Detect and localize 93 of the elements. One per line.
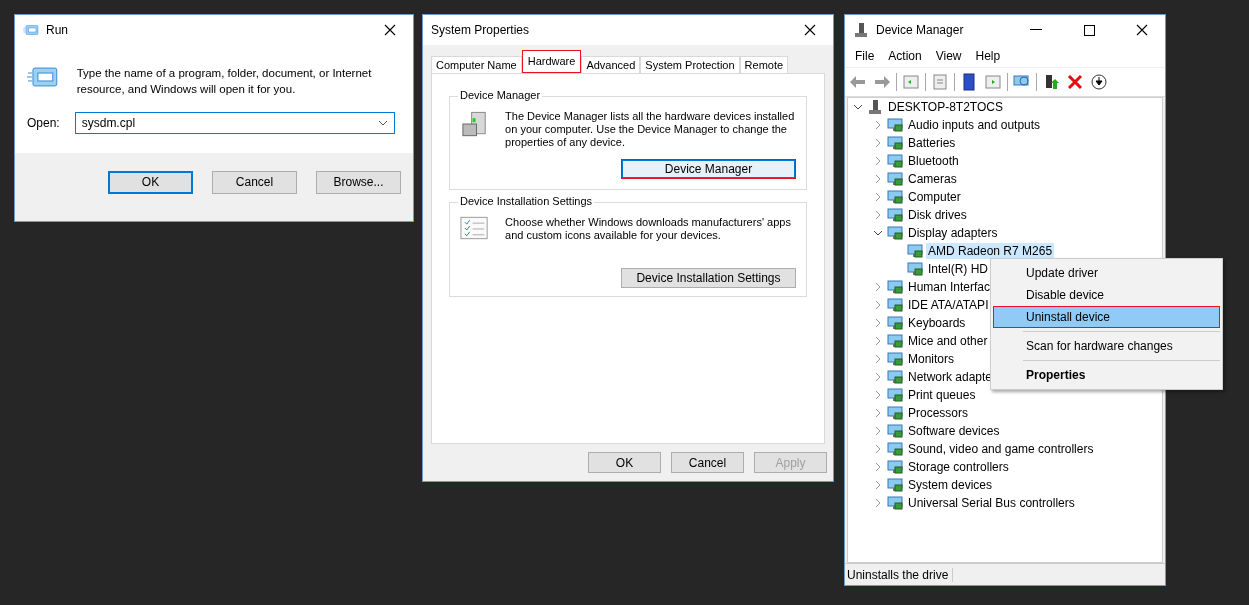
device-icon	[887, 441, 903, 457]
dropdown-icon[interactable]	[377, 120, 388, 126]
device-icon	[887, 387, 903, 403]
tree-item[interactable]: DESKTOP-8T2TOCS	[886, 99, 1005, 115]
close-icon[interactable]	[384, 24, 396, 36]
close-icon[interactable]	[804, 24, 816, 36]
window-title: System Properties	[431, 23, 531, 37]
tree-item[interactable]: System devices	[906, 477, 995, 493]
tree-item[interactable]: Keyboards	[906, 315, 968, 331]
tree-item[interactable]: Batteries	[906, 135, 958, 151]
tree-item[interactable]: Audio inputs and outputs	[906, 117, 1043, 133]
tab[interactable]: Computer Name	[431, 56, 522, 73]
run-icon	[23, 24, 39, 36]
menu-item[interactable]: Disable device	[993, 284, 1220, 306]
description-text: Choose whether Windows downloads manufacturers' apps and custom icons available for your devices.	[505, 216, 792, 242]
menu-item[interactable]: Action	[881, 49, 929, 63]
close-icon[interactable]	[1136, 24, 1148, 36]
instruction-text: Type the name of a program, folder, document, or Internet resource, and Windows will open it for you.	[76, 66, 373, 97]
menu-item[interactable]: Properties	[993, 364, 1220, 386]
device-icon	[887, 315, 903, 331]
device-icon	[887, 117, 903, 133]
device-icon	[887, 351, 903, 367]
group-title: Device Manager	[458, 89, 543, 101]
device-icon	[907, 243, 923, 259]
dialog-button[interactable]: Device Manager	[621, 159, 796, 179]
menu-item[interactable]: Uninstall device	[993, 306, 1220, 328]
device-icon	[887, 459, 903, 475]
checklist-icon	[460, 216, 490, 240]
computer-icon	[867, 99, 883, 115]
delete-icon[interactable]	[1065, 73, 1085, 91]
device-icon	[887, 297, 903, 313]
dialog-button[interactable]: Device Installation Settings	[621, 268, 796, 288]
device-icon	[887, 225, 903, 241]
device-icon	[887, 495, 903, 511]
status-text: Uninstalls the drive	[845, 567, 954, 582]
description-text: The Device Manager lists all the hardware devices installed on your computer. Use the Device Manager to change the properties of any device.	[505, 110, 796, 149]
tree-item[interactable]: AMD Radeon R7 M265	[926, 243, 1055, 259]
tab[interactable]: Remote	[739, 56, 789, 73]
tab[interactable]: Advanced	[581, 56, 641, 73]
window-icon[interactable]	[901, 73, 921, 91]
tree-item[interactable]: Disk drives	[906, 207, 969, 223]
dialog-button[interactable]: OK	[108, 170, 193, 194]
tree-item[interactable]: Print queues	[906, 387, 978, 403]
tree-item[interactable]: Human Interfac	[906, 279, 993, 295]
dialog-button[interactable]: Cancel	[671, 452, 744, 473]
device-icon	[887, 333, 903, 349]
device-icon	[887, 405, 903, 421]
device-icon	[887, 279, 903, 295]
group-title: Device Installation Settings	[458, 195, 595, 207]
open-combobox[interactable]: sysdm.cpl	[74, 112, 395, 134]
window-title: Run	[46, 23, 69, 37]
tree-item[interactable]: Mice and other	[906, 333, 990, 349]
device-icon	[887, 423, 903, 439]
dialog-button[interactable]: Browse...	[316, 170, 401, 194]
tree-item[interactable]: Bluetooth	[906, 153, 961, 169]
device-icon	[887, 189, 903, 205]
tab[interactable]: Hardware	[521, 50, 582, 73]
computer-icon	[853, 22, 869, 38]
run-icon	[27, 65, 59, 89]
tree-item[interactable]: Universal Serial Bus controllers	[906, 495, 1077, 511]
tab[interactable]: System Protection	[640, 56, 740, 73]
dialog-button[interactable]: Cancel	[212, 170, 297, 194]
tree-item[interactable]: Processors	[906, 405, 971, 421]
menu-item[interactable]: Scan for hardware changes	[993, 335, 1220, 357]
forward-icon[interactable]	[872, 73, 892, 91]
tree-item[interactable]: Network adapte	[906, 369, 995, 385]
document-icon[interactable]	[930, 73, 950, 91]
tree-item[interactable]: Display adapters	[906, 225, 1000, 241]
open-label: Open:	[27, 116, 60, 130]
menu-item[interactable]: Help	[968, 49, 1008, 63]
tree-item[interactable]: Computer	[906, 189, 963, 205]
minimize-icon[interactable]	[1030, 29, 1042, 31]
device-icon	[887, 153, 903, 169]
menu-item[interactable]: Update driver	[993, 262, 1220, 284]
device-icon	[887, 477, 903, 493]
device-icon	[887, 207, 903, 223]
tree-item[interactable]: Monitors	[906, 351, 956, 367]
window-title: Device Manager	[876, 23, 965, 37]
menu-item[interactable]: View	[928, 49, 969, 63]
maximize-icon[interactable]	[1083, 24, 1095, 36]
tree-item[interactable]: Sound, video and game controllers	[906, 441, 1096, 457]
device-icon	[907, 261, 923, 277]
tree-item[interactable]: Cameras	[906, 171, 959, 187]
tree-item[interactable]: Software devices	[906, 423, 1002, 439]
device-icon	[887, 369, 903, 385]
device-icon	[887, 135, 903, 151]
tree-item[interactable]: Intel(R) HD	[926, 261, 990, 277]
menu-item[interactable]: File	[848, 49, 882, 63]
tree-item[interactable]: Storage controllers	[906, 459, 1011, 475]
tree-item[interactable]: IDE ATA/ATAPI	[906, 297, 991, 313]
device-icon	[887, 171, 903, 187]
download-icon[interactable]	[1089, 73, 1109, 91]
dialog-button[interactable]: OK	[588, 452, 661, 473]
